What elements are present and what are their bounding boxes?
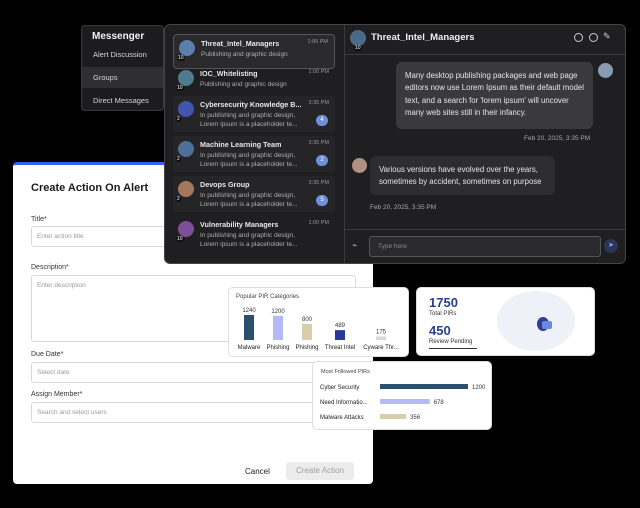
send-icon[interactable]: ➤ [604, 239, 618, 253]
unread-badge: 5 [316, 195, 328, 206]
conversation-name: Cybersecurity Knowledge B... [200, 100, 302, 109]
conversation-item[interactable]: 10 Vulnerability Managers In publishing … [173, 216, 335, 252]
conversation-list: 10 Threat_Intel_Managers Publishing and … [165, 25, 345, 263]
conversation-name: Devops Group [200, 180, 250, 189]
thread-title: Threat_Intel_Managers [371, 32, 475, 43]
cancel-button[interactable]: Cancel [245, 467, 270, 476]
unread-badge: 4 [316, 115, 328, 126]
message-time: Feb 20, 2025, 3:35 PM [524, 135, 591, 142]
avatar [352, 158, 367, 173]
message-bubble: Many desktop publishing packages and web… [396, 62, 593, 129]
messenger-menu: Messenger Alert Discussion Groups Direct… [81, 25, 164, 111]
group-avatar: 10 [350, 30, 366, 51]
followed-bar [380, 414, 407, 419]
conversation-preview: In publishing and graphic design, Lorem … [200, 192, 298, 208]
unread-badge: 2 [316, 155, 328, 166]
avatar: 2 [176, 141, 194, 162]
bar-value-label: 678 [434, 400, 445, 406]
conversation-item[interactable]: 10 IOC_Whitelisting Publishing and graph… [173, 65, 335, 100]
conversation-time: 3:35 PM [308, 140, 329, 146]
category-bar [244, 315, 254, 340]
form-title: Create Action On Alert [31, 182, 149, 194]
due-date-input[interactable]: Select date [31, 362, 356, 383]
thread-pane: 10 Threat_Intel_Managers ✎ Many desktop … [345, 25, 625, 263]
category-bar [302, 323, 312, 340]
illustration-image [497, 291, 575, 351]
avatar: 10 [176, 70, 194, 91]
conversation-item[interactable]: 2 Cybersecurity Knowledge B... In publis… [173, 96, 335, 132]
review-pending-value: 450 [429, 323, 451, 338]
conversation-time: 1:00 PM [307, 39, 328, 45]
settings-icon[interactable] [574, 33, 583, 42]
create-action-button[interactable]: Create Action [286, 462, 354, 480]
conversation-item[interactable]: 2 Devops Group In publishing and graphic… [173, 176, 335, 212]
conversation-preview: In publishing and graphic design, Lorem … [200, 112, 298, 128]
bar-value-label: 1200 [472, 385, 486, 391]
category-bar [273, 315, 283, 340]
conversation-time: 1:00 PM [308, 220, 329, 226]
avatar: 2 [176, 101, 194, 122]
assign-member-input[interactable]: Search and select users [31, 402, 356, 423]
due-date-label: Due Date* [31, 351, 64, 358]
avatar: 2 [176, 181, 194, 202]
followed-bar-chart: Cyber Security Need Informatio... Malware … [320, 384, 486, 421]
conversation-time: 3:35 PM [308, 180, 329, 186]
conversation-name: Threat_Intel_Managers [201, 39, 280, 48]
message-time: Feb 20, 2025, 3:35 PM [370, 204, 437, 211]
conversation-preview: Publishing and graphic design [200, 81, 287, 88]
edit-icon[interactable]: ✎ [603, 31, 611, 42]
conversation-time: 1:00 PM [308, 69, 329, 75]
bar-category-label: Threat Intel [325, 345, 355, 351]
attach-icon[interactable]: ⌁ [352, 240, 357, 251]
assign-member-label: Assign Member* [31, 391, 83, 398]
conversation-name: Machine Learning Team [200, 140, 282, 149]
menu-item-alert-discussion[interactable]: Alert Discussion [82, 44, 163, 65]
conversation-item[interactable]: 10 Threat_Intel_Managers Publishing and … [173, 34, 335, 69]
most-followed-card: Most Followed PIRs Cyber Security Need In… [313, 362, 491, 429]
bar-category-label: Phishing [266, 345, 289, 351]
bar-value-label: 356 [410, 415, 421, 421]
avatar: 10 [176, 221, 194, 242]
total-pirs-label: Total PIRs [429, 311, 457, 317]
category-bar [376, 336, 386, 340]
bar-value-label: 1240 [242, 308, 256, 314]
conversation-preview: In publishing and graphic design, Lorem … [200, 232, 298, 248]
bar-value-label: 489 [335, 323, 346, 329]
bar-value-label: 1200 [271, 309, 285, 315]
avatar: 10 [177, 40, 195, 61]
message-input[interactable]: Type here [369, 236, 601, 257]
bar-category-label: Phishing [295, 345, 318, 351]
row-label: Malware Attacks [320, 415, 364, 421]
followed-bar [380, 384, 468, 389]
stats-card: 1750 Total PIRs 450 Review Pending [417, 288, 594, 355]
review-pending-label: Review Pending [429, 339, 473, 345]
conversation-time: 3:35 PM [308, 100, 329, 106]
menu-item-groups[interactable]: Groups [82, 67, 163, 88]
message-bubble: Various versions have evolved over the y… [370, 156, 555, 195]
bar-category-label: Malware [238, 345, 261, 351]
row-label: Need Informatio... [320, 400, 368, 406]
chat-panel: 10 Threat_Intel_Managers Publishing and … [164, 24, 626, 264]
menu-title: Messenger [92, 31, 145, 42]
conversation-preview: In publishing and graphic design, Lorem … [200, 152, 298, 168]
info-icon[interactable] [589, 33, 598, 42]
avatar [598, 63, 613, 78]
row-label: Cyber Security [320, 385, 359, 391]
title-label: Title* [31, 216, 47, 223]
conversation-name: Vulnerability Managers [200, 220, 279, 229]
conversation-name: IOC_Whitelisting [200, 69, 258, 78]
conversation-item[interactable]: 2 Machine Learning Team In publishing an… [173, 136, 335, 172]
bar-value-label: 175 [376, 329, 387, 335]
conversation-preview: Publishing and graphic design [201, 51, 288, 58]
bar-category-label: Cyware Thr... [363, 345, 399, 351]
menu-item-direct-messages[interactable]: Direct Messages [82, 90, 163, 111]
followed-bar [380, 399, 430, 404]
description-label: Description* [31, 264, 69, 271]
total-pirs-value: 1750 [429, 295, 458, 310]
popular-categories-card: Popular PIR Categories 1240 Malware 1200 Ph… [229, 288, 408, 356]
bar-value-label: 800 [302, 317, 313, 323]
popular-bar-chart: 1240 Malware 1200 Phishing 800 Phishing 489 Thr… [238, 308, 399, 351]
category-bar [335, 330, 345, 340]
